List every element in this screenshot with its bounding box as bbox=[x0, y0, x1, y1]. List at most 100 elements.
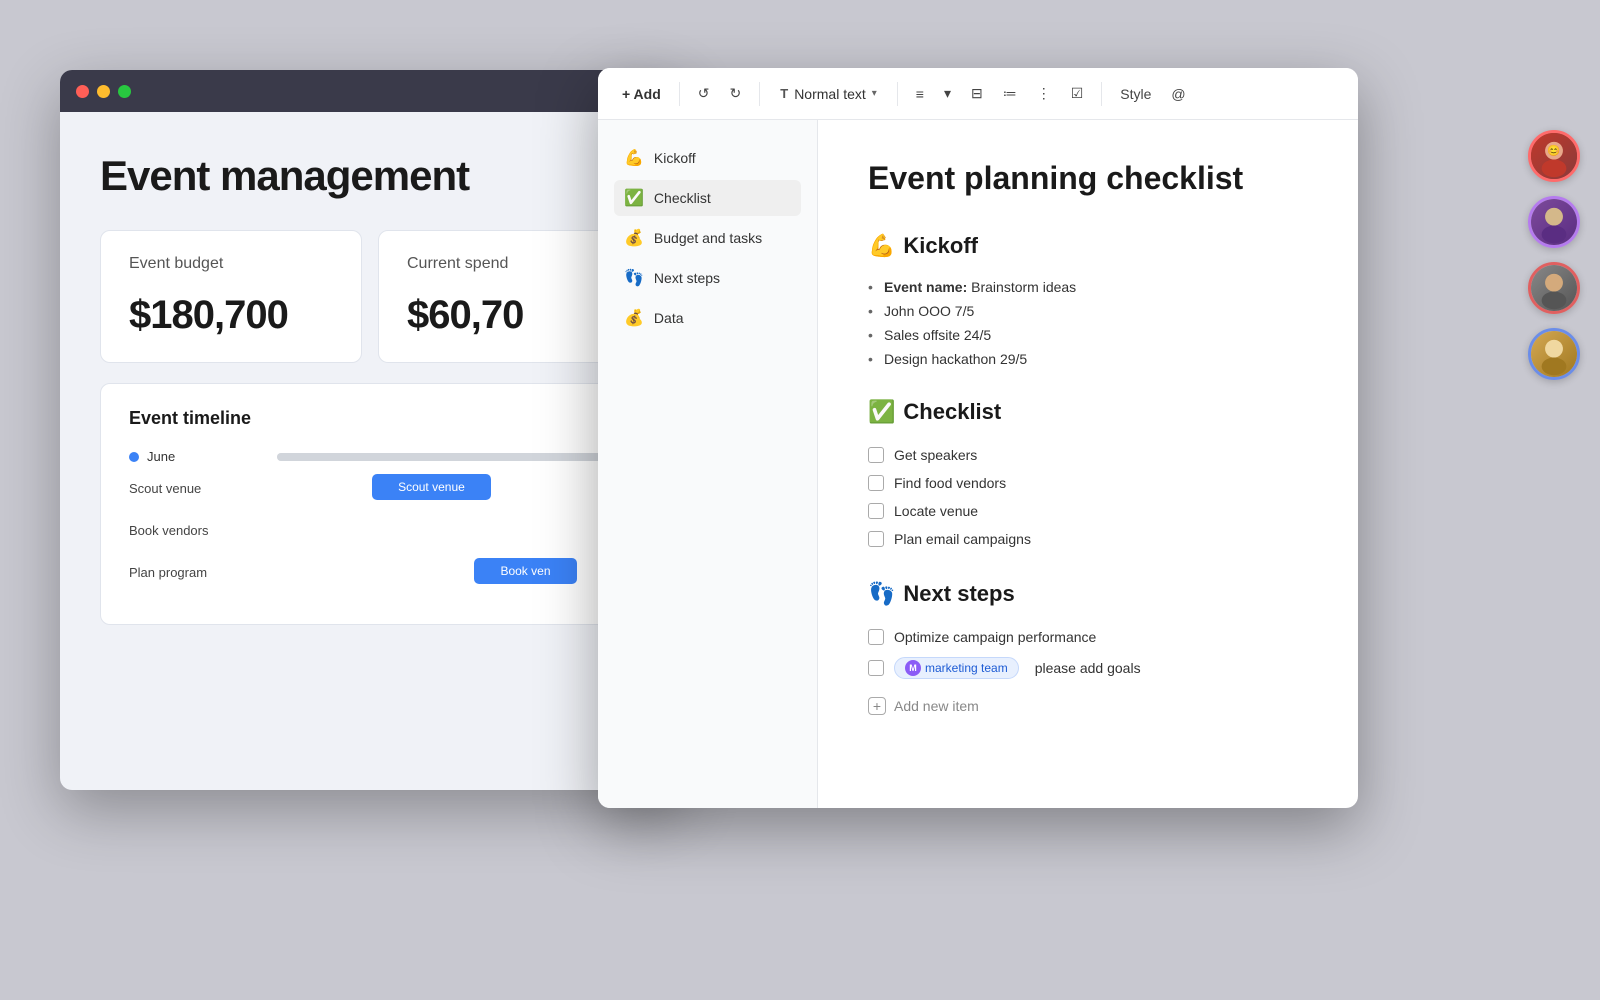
list-item: Design hackathon 29/5 bbox=[868, 347, 1308, 371]
text-type-selector[interactable]: T Normal text ▾ bbox=[770, 81, 887, 107]
checklist-text-2: Locate venue bbox=[894, 503, 978, 519]
timeline-label-1: Book vendors bbox=[129, 523, 269, 538]
next-steps-heading: 👣 Next steps bbox=[868, 581, 1308, 607]
data-emoji: 💰 bbox=[624, 308, 644, 328]
unordered-list-button[interactable]: ≔ bbox=[995, 79, 1025, 108]
add-button[interactable]: + Add bbox=[614, 80, 669, 108]
checkbox-1[interactable] bbox=[868, 475, 884, 491]
budget-label: Budget and tasks bbox=[654, 230, 762, 246]
sidebar-item-budget[interactable]: 💰 Budget and tasks bbox=[614, 220, 801, 256]
avatar-2-svg bbox=[1531, 196, 1577, 248]
toolbar-sep-2 bbox=[759, 82, 760, 106]
editor-body: 💪 Kickoff ✅ Checklist 💰 Budget and tasks… bbox=[598, 120, 1358, 808]
timeline-row-1: Book vendors bbox=[129, 516, 611, 544]
sales-offsite: Sales offsite 24/5 bbox=[884, 327, 991, 343]
timeline-row-2: Plan program Book ven bbox=[129, 558, 611, 586]
checklist-heading: ✅ Checklist bbox=[868, 399, 1308, 425]
left-window: Event management Event budget $180,700 C… bbox=[60, 70, 680, 790]
mention-tag[interactable]: M marketing team bbox=[894, 657, 1019, 679]
month-row: June bbox=[129, 449, 611, 464]
checklist-item-1: Find food vendors bbox=[868, 469, 1308, 497]
undo-button[interactable]: ↺ bbox=[690, 79, 718, 108]
avatar-1[interactable]: 😊 bbox=[1528, 130, 1580, 182]
mention-text: marketing team bbox=[925, 661, 1008, 675]
checkbox-0[interactable] bbox=[868, 447, 884, 463]
avatar-1-image: 😊 bbox=[1531, 133, 1577, 179]
mention-button[interactable]: @ bbox=[1163, 80, 1193, 108]
sidebar-item-data[interactable]: 💰 Data bbox=[614, 300, 801, 336]
timeline-bar-0: Scout venue bbox=[372, 474, 492, 500]
avatar-3-image bbox=[1531, 265, 1577, 311]
list-icon: ≔ bbox=[1003, 85, 1017, 102]
checklist-text-1: Find food vendors bbox=[894, 475, 1006, 491]
add-item-button[interactable]: + Add new item bbox=[868, 691, 979, 721]
budget-emoji: 💰 bbox=[624, 228, 644, 248]
undo-icon: ↺ bbox=[698, 85, 710, 102]
style-button[interactable]: Style bbox=[1112, 80, 1159, 108]
align-left-icon: ≡ bbox=[916, 86, 924, 102]
minimize-button[interactable] bbox=[97, 85, 110, 98]
kickoff-heading: 💪 Kickoff bbox=[868, 233, 1308, 259]
bold-event-name: Event name: bbox=[884, 279, 967, 295]
checklist-button[interactable]: ☑ bbox=[1063, 79, 1092, 108]
next-step-checkbox-1[interactable] bbox=[868, 660, 884, 676]
sidebar-item-next-steps[interactable]: 👣 Next steps bbox=[614, 260, 801, 296]
maximize-button[interactable] bbox=[118, 85, 131, 98]
columns-button[interactable]: ⊟ bbox=[963, 79, 991, 108]
avatar-2-image bbox=[1531, 199, 1577, 245]
checkbox-3[interactable] bbox=[868, 531, 884, 547]
next-step-checkbox-0[interactable] bbox=[868, 629, 884, 645]
toolbar-sep-4 bbox=[1101, 82, 1102, 106]
timeline-label-0: Scout venue bbox=[129, 481, 269, 496]
event-name-value: Brainstorm ideas bbox=[971, 279, 1076, 295]
add-item-label: Add new item bbox=[894, 698, 979, 714]
month-name: June bbox=[147, 449, 277, 464]
list-item: Event name: Brainstorm ideas bbox=[868, 275, 1308, 299]
toolbar-sep-1 bbox=[679, 82, 680, 106]
next-steps-section-emoji: 👣 bbox=[868, 581, 895, 607]
checklist-label: Checklist bbox=[654, 190, 711, 206]
kickoff-section-emoji: 💪 bbox=[868, 233, 895, 259]
align-chevron-icon: ▾ bbox=[944, 85, 951, 102]
avatar-4-image bbox=[1531, 331, 1577, 377]
ordered-list-button[interactable]: ⋮ bbox=[1029, 79, 1059, 108]
checklist-section-emoji: ✅ bbox=[868, 399, 895, 425]
sidebar-item-checklist[interactable]: ✅ Checklist bbox=[614, 180, 801, 216]
current-spend-label: Current spend bbox=[407, 255, 611, 273]
event-budget-value: $180,700 bbox=[129, 293, 333, 338]
sidebar-item-kickoff[interactable]: 💪 Kickoff bbox=[614, 140, 801, 176]
month-track-fill bbox=[277, 453, 611, 461]
ordered-list-icon: ⋮ bbox=[1037, 85, 1051, 102]
text-icon: T bbox=[780, 86, 788, 101]
text-type-label: Normal text bbox=[794, 86, 866, 102]
month-track bbox=[277, 453, 611, 461]
kickoff-section: 💪 Kickoff Event name: Brainstorm ideas J… bbox=[868, 233, 1308, 371]
window-titlebar bbox=[60, 70, 680, 112]
timeline-bar-container-1 bbox=[269, 516, 611, 544]
editor-main: Event planning checklist 💪 Kickoff Event… bbox=[818, 120, 1358, 808]
list-item: Sales offsite 24/5 bbox=[868, 323, 1308, 347]
toolbar-sep-3 bbox=[897, 82, 898, 106]
john-ooo: John OOO 7/5 bbox=[884, 303, 974, 319]
avatar-2[interactable] bbox=[1528, 196, 1580, 248]
timeline-bar-container-2: Book ven bbox=[269, 558, 611, 586]
svg-text:😊: 😊 bbox=[1547, 144, 1560, 157]
kickoff-label: Kickoff bbox=[654, 150, 696, 166]
checklist-text-3: Plan email campaigns bbox=[894, 531, 1031, 547]
kickoff-emoji: 💪 bbox=[624, 148, 644, 168]
next-step-0: Optimize campaign performance bbox=[868, 623, 1308, 651]
stat-cards-row: Event budget $180,700 Current spend $60,… bbox=[100, 230, 640, 363]
align-left-button[interactable]: ≡ bbox=[908, 80, 932, 108]
avatar-1-svg: 😊 bbox=[1531, 130, 1577, 182]
editor-toolbar: + Add ↺ ↻ T Normal text ▾ ≡ ▾ ⊟ ≔ ⋮ bbox=[598, 68, 1358, 120]
editor-sidebar: 💪 Kickoff ✅ Checklist 💰 Budget and tasks… bbox=[598, 120, 818, 808]
avatar-4[interactable] bbox=[1528, 328, 1580, 380]
avatar-3[interactable] bbox=[1528, 262, 1580, 314]
checkbox-2[interactable] bbox=[868, 503, 884, 519]
close-button[interactable] bbox=[76, 85, 89, 98]
design-hackathon: Design hackathon 29/5 bbox=[884, 351, 1027, 367]
checklist-item-0: Get speakers bbox=[868, 441, 1308, 469]
month-dot bbox=[129, 452, 139, 462]
redo-button[interactable]: ↻ bbox=[722, 79, 750, 108]
align-dropdown-button[interactable]: ▾ bbox=[936, 79, 959, 108]
